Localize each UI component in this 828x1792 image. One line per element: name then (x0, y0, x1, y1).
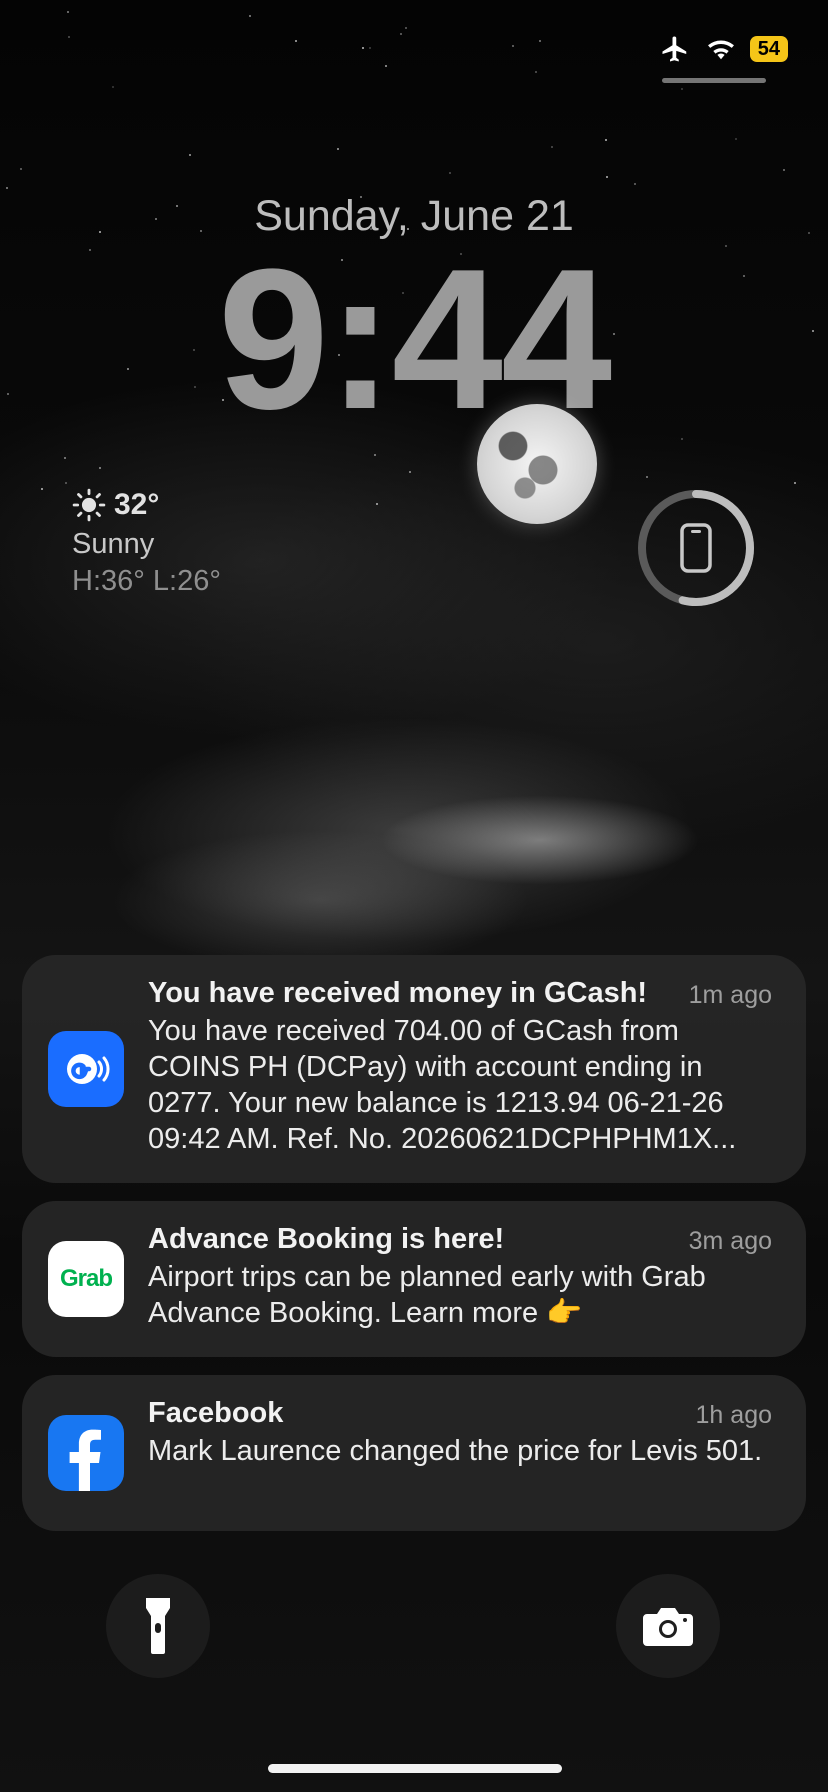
star (535, 71, 537, 73)
weather-condition: Sunny (72, 528, 155, 560)
weather-high-low: H:36° L:26° (72, 565, 221, 597)
battery-widget[interactable] (636, 488, 756, 608)
status-bar: 54 (658, 34, 788, 64)
gcash-icon (48, 1031, 124, 1107)
star (249, 15, 251, 17)
star (794, 482, 796, 484)
star (539, 40, 541, 42)
star (337, 148, 339, 150)
weather-temperature: 32° (114, 488, 160, 521)
airplane-icon (662, 36, 686, 62)
star (449, 172, 451, 174)
wallpaper-moonlight-reflection (380, 795, 700, 885)
star (67, 11, 69, 13)
star (99, 467, 101, 469)
notification-grab[interactable]: Grab Advance Booking is here! 3m ago Air… (22, 1201, 806, 1357)
star (64, 457, 66, 459)
sun-icon (72, 488, 106, 522)
notification-title: Advance Booking is here! (148, 1223, 505, 1255)
star (735, 138, 737, 140)
star (681, 88, 683, 90)
star (605, 139, 607, 141)
notification-body: Airport trips can be planned early with … (148, 1261, 706, 1329)
phone-icon (680, 523, 712, 573)
star (606, 176, 608, 178)
star (634, 183, 636, 185)
star (646, 476, 648, 478)
notification-time: 3m ago (688, 1227, 772, 1255)
star (512, 45, 514, 47)
star (551, 146, 553, 148)
star (41, 488, 43, 490)
facebook-icon (48, 1415, 124, 1491)
lock-screen: 54 Sunday, June 21 9:44 32° Sunny H:36° … (0, 0, 828, 1792)
star (362, 47, 364, 49)
notification-title: Facebook (148, 1397, 284, 1429)
battery-indicator: 54 (749, 36, 788, 62)
star (6, 187, 8, 189)
moon-image (477, 404, 597, 524)
notification-title: You have received money in GCash! (148, 977, 648, 1009)
star (405, 27, 407, 29)
notification-time: 1h ago (695, 1401, 772, 1429)
wifi-icon (707, 40, 734, 60)
star (295, 40, 297, 42)
control-center-grabber[interactable] (662, 78, 766, 83)
star (385, 65, 387, 67)
lock-time: 9:44 (217, 228, 612, 451)
notification-time: 1m ago (688, 981, 772, 1009)
star (112, 86, 114, 88)
flashlight-icon (146, 1598, 170, 1654)
notification-facebook[interactable]: Facebook 1h ago Mark Laurence changed th… (22, 1375, 806, 1531)
star (400, 33, 402, 35)
camera-button[interactable] (616, 1574, 720, 1678)
star (374, 454, 376, 456)
notification-gcash[interactable]: You have received money in GCash! 1m ago… (22, 955, 806, 1183)
weather-widget[interactable]: 32° Sunny H:36° L:26° (72, 488, 221, 598)
notification-body: Mark Laurence changed the price for Levi… (148, 1435, 763, 1467)
home-indicator[interactable] (268, 1764, 562, 1773)
star (369, 47, 371, 49)
grab-logo-text: Grab (59, 1265, 113, 1292)
star (189, 154, 191, 156)
grab-icon: Grab (48, 1241, 124, 1317)
notification-body: You have received 704.00 of GCash from C… (148, 1015, 737, 1155)
star (20, 168, 22, 170)
star (376, 503, 378, 505)
star (783, 169, 785, 171)
camera-icon (643, 1608, 693, 1646)
star (409, 471, 411, 473)
star (68, 36, 70, 38)
star (65, 482, 67, 484)
flashlight-button[interactable] (106, 1574, 210, 1678)
